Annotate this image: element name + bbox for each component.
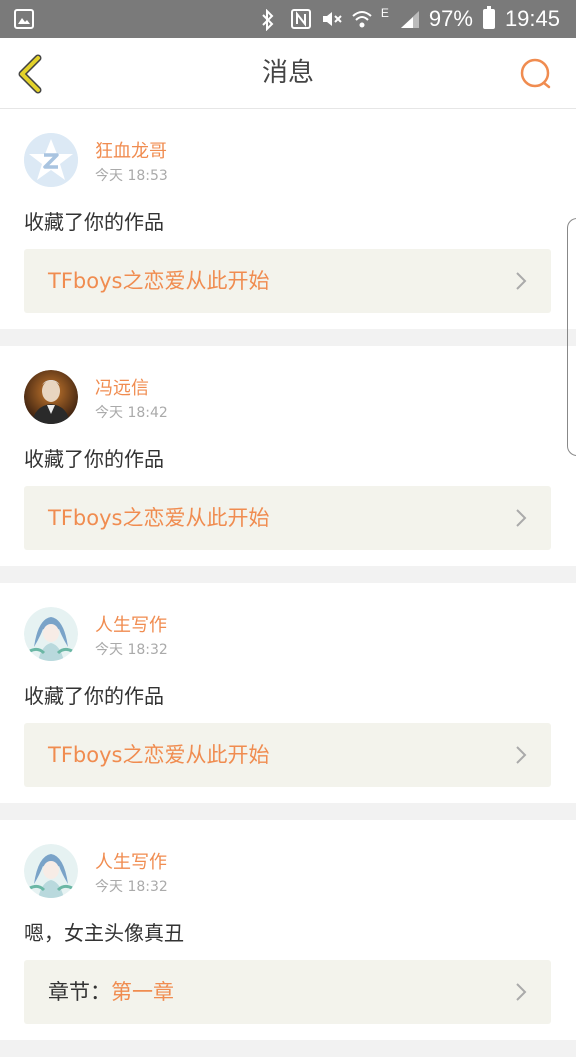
timestamp: 今天 18:32 — [95, 642, 168, 658]
message-text: 收藏了你的作品 — [24, 447, 164, 471]
work-title: TFboys之恋爱从此开始 — [48, 506, 270, 530]
mute-icon — [321, 9, 342, 29]
timestamp: 今天 18:53 — [95, 168, 168, 184]
chevron-right-icon — [516, 746, 527, 764]
nfc-icon — [290, 9, 311, 29]
username[interactable]: 人生写作 — [95, 848, 167, 874]
work-link[interactable]: TFboys之恋爱从此开始 — [24, 486, 551, 550]
avatar[interactable] — [24, 844, 78, 898]
avatar[interactable] — [24, 133, 78, 187]
chevron-right-icon — [516, 272, 527, 290]
message-card: 冯远信 今天 18:42 收藏了你的作品 TFboys之恋爱从此开始 — [0, 346, 576, 566]
anime-avatar-icon — [24, 607, 78, 661]
work-title: TFboys之恋爱从此开始 — [48, 743, 270, 767]
page-title: 消息 — [261, 58, 314, 88]
signal-icon — [399, 9, 419, 29]
avatar[interactable] — [24, 607, 78, 661]
message-text: 嗯，女主头像真丑 — [24, 921, 184, 945]
message-list: 狂血龙哥 今天 18:53 收藏了你的作品 TFboys之恋爱从此开始 冯远信 … — [0, 109, 576, 1057]
username[interactable]: 狂血龙哥 — [95, 137, 167, 163]
qq-default-avatar-icon — [24, 133, 78, 187]
chapter-prefix: 章节： — [48, 980, 111, 1004]
work-title: TFboys之恋爱从此开始 — [48, 269, 270, 293]
work-link[interactable]: TFboys之恋爱从此开始 — [24, 249, 551, 313]
timestamp: 今天 18:32 — [95, 879, 168, 895]
anime-avatar-icon — [24, 844, 78, 898]
gallery-notification-icon — [14, 9, 34, 33]
message-card: 狂血龙哥 今天 18:53 收藏了你的作品 TFboys之恋爱从此开始 — [0, 109, 576, 329]
bluetooth-icon — [261, 8, 281, 32]
message-text: 收藏了你的作品 — [24, 684, 164, 708]
chevron-right-icon — [516, 509, 527, 527]
chevron-right-icon — [516, 983, 527, 1001]
chapter-title: 第一章 — [111, 980, 174, 1004]
edge-panel-handle[interactable] — [567, 218, 576, 456]
search-button[interactable] — [518, 56, 554, 92]
header-bar: 消息 — [0, 38, 576, 109]
work-link[interactable]: TFboys之恋爱从此开始 — [24, 723, 551, 787]
battery-percent: 97% — [428, 6, 473, 31]
clock: 19:45 — [504, 6, 560, 31]
avatar[interactable] — [24, 370, 78, 424]
wifi-icon — [351, 9, 372, 29]
network-type: E — [380, 6, 389, 20]
message-card: 人生写作 今天 18:32 收藏了你的作品 TFboys之恋爱从此开始 — [0, 583, 576, 803]
username[interactable]: 冯远信 — [95, 374, 149, 400]
message-card: 人生写作 今天 18:32 嗯，女主头像真丑 章节：第一章 — [0, 820, 576, 1040]
status-bar: E 97% 19:45 — [0, 0, 576, 38]
battery-icon — [482, 6, 495, 29]
timestamp: 今天 18:42 — [95, 405, 168, 421]
username[interactable]: 人生写作 — [95, 611, 167, 637]
search-icon — [520, 58, 551, 89]
message-text: 收藏了你的作品 — [24, 210, 164, 234]
chapter-link[interactable]: 章节：第一章 — [24, 960, 551, 1024]
photo-avatar-icon — [24, 370, 78, 424]
